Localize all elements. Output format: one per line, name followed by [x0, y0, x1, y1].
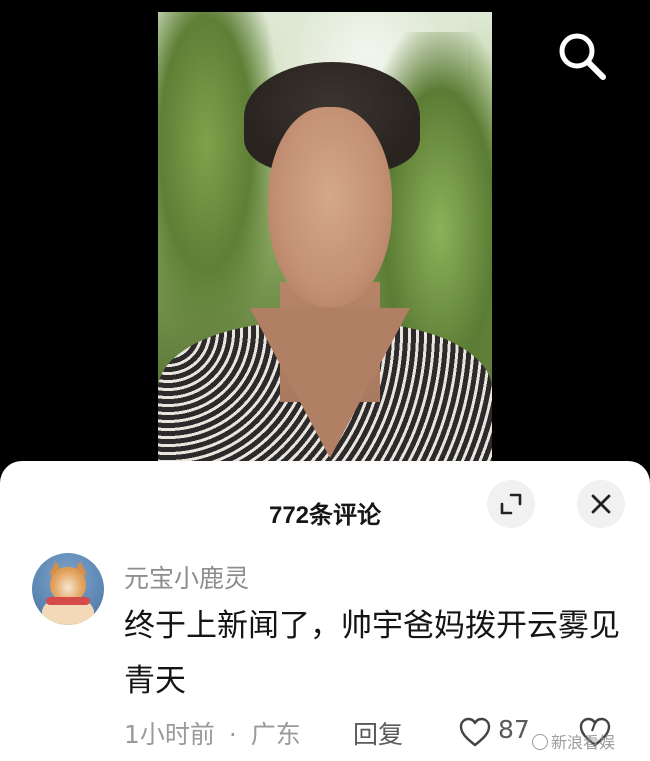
comment-time: 1小时前	[124, 720, 215, 749]
avatar-dog-scarf	[46, 597, 90, 605]
comment-text[interactable]: 终于上新闻了，帅宇爸妈拨开云雾见青天	[124, 599, 624, 709]
video-tree-left	[158, 12, 278, 342]
like-count: 87	[498, 715, 530, 744]
close-button[interactable]	[577, 480, 625, 528]
watermark-text: 新浪看娱	[551, 733, 616, 752]
video-frame[interactable]	[158, 12, 492, 470]
comments-sheet: 772条评论 元宝小鹿灵 终于上新闻了，帅宇爸妈拨开云雾见青天 1小时前 · 广…	[0, 461, 650, 761]
watermark: 新浪看娱	[532, 729, 615, 753]
avatar-dog-head	[50, 567, 86, 601]
video-player[interactable]	[0, 0, 650, 470]
comment-location: 广东	[250, 720, 301, 749]
comment-meta: 1小时前 · 广东	[124, 715, 301, 751]
comment-username[interactable]: 元宝小鹿灵	[124, 559, 249, 595]
video-person-face	[268, 107, 392, 307]
avatar[interactable]	[32, 553, 104, 625]
reply-button[interactable]: 回复	[353, 715, 403, 751]
like-icon[interactable]	[458, 716, 492, 748]
search-icon[interactable]	[556, 30, 608, 82]
close-icon	[591, 494, 611, 514]
video-person-neckline	[250, 308, 410, 458]
expand-button[interactable]	[487, 480, 535, 528]
watermark-logo-icon	[532, 734, 548, 750]
comments-count-title: 772条评论	[268, 502, 382, 529]
expand-icon	[500, 493, 522, 515]
meta-separator: ·	[228, 720, 237, 749]
